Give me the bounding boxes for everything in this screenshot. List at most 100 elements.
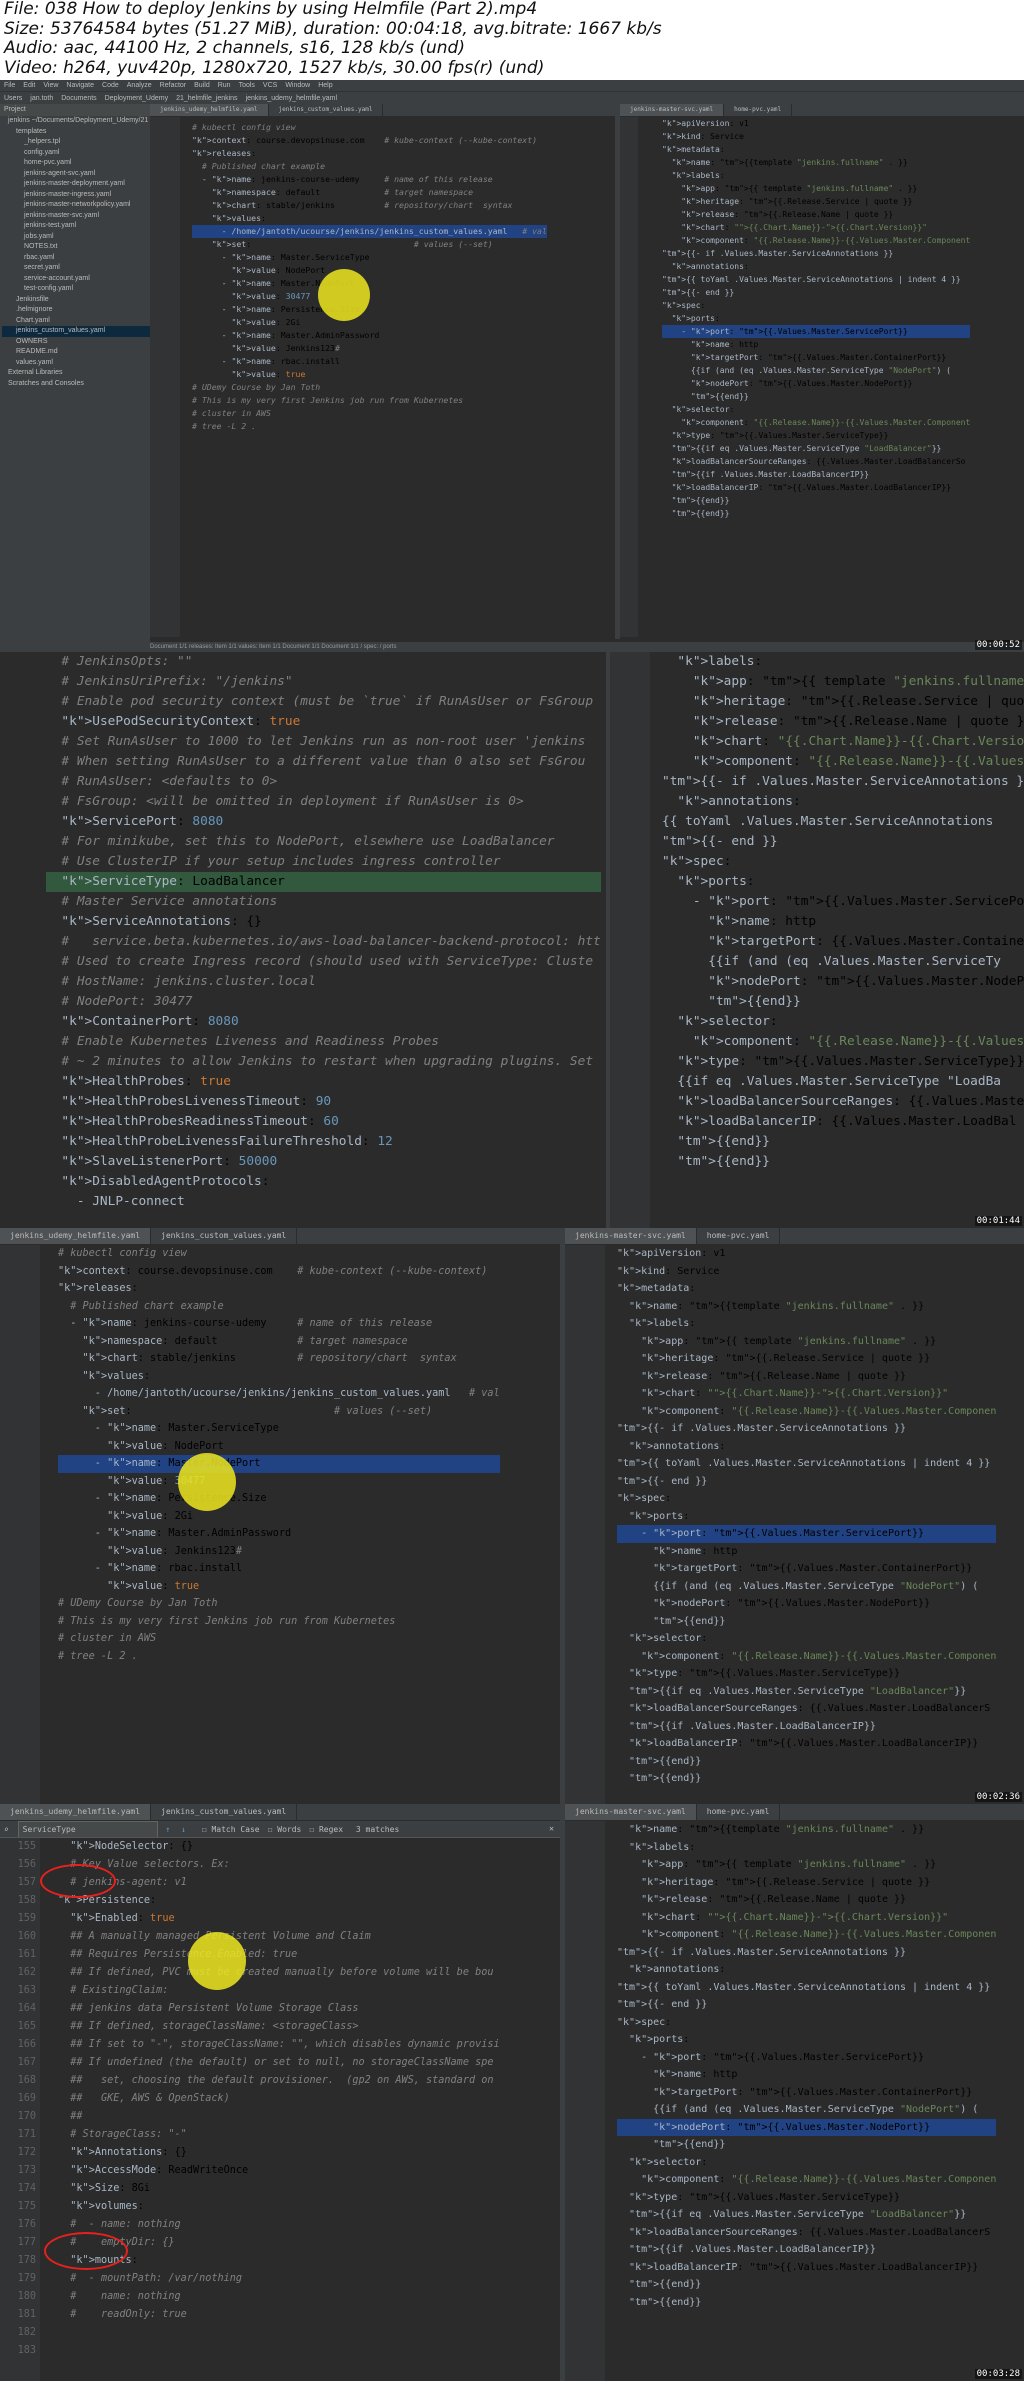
code-line[interactable]: "tm">{{end}} xyxy=(662,1132,1024,1152)
code-line[interactable]: "k">heritage: "tm">{{.Release.Service | … xyxy=(617,1350,996,1368)
code-line[interactable]: "k">nodePort: "tm">{{.Values.Master.Node… xyxy=(662,377,970,390)
code-line[interactable]: "tm">{{end}} xyxy=(617,1770,996,1788)
code-line[interactable]: "k">targetPort: "tm">{{.Values.Master.Co… xyxy=(662,351,970,364)
code-line[interactable]: "tm">{{- if .Values.Master.ServiceAnnota… xyxy=(617,1944,996,1962)
menu-item[interactable]: Help xyxy=(314,82,336,89)
right-editor[interactable]: "k">labels: "k">app: "tm">{{ template "j… xyxy=(610,652,1024,1228)
code-line[interactable]: - /home/jantoth/ucourse/jenkins/jenkins_… xyxy=(58,1385,500,1403)
code-line[interactable]: ## If undefined (the default) or set to … xyxy=(58,2054,500,2072)
code-line[interactable]: "k">releases: xyxy=(58,1280,500,1298)
code-line[interactable]: - "k">name: Persistence.Size xyxy=(192,303,547,316)
code-line[interactable]: # Set RunAsUser to 1000 to let Jenkins r… xyxy=(46,732,601,752)
code-line[interactable]: "k">Enabled: true xyxy=(58,1910,500,1928)
code-line[interactable]: # NodePort: 30477 xyxy=(46,992,601,1012)
code-line[interactable]: # JenkinsOpts: "" xyxy=(46,652,601,672)
menu-item[interactable]: VCS xyxy=(259,82,281,89)
code-line[interactable]: # Master Service annotations xyxy=(46,892,601,912)
code-line[interactable]: "k">targetPort: {{.Values.Master.Contain… xyxy=(662,932,1024,952)
code-line[interactable]: "tm">{{if eq .Values.Master.ServiceType … xyxy=(617,2206,996,2224)
code-line[interactable]: "k">value: 2Gi xyxy=(192,316,547,329)
code-line[interactable]: # tree -L 2 . xyxy=(192,420,547,433)
left-editor[interactable]: # kubectl config view "k">context: course… xyxy=(150,117,615,637)
code-line[interactable]: "k">metadata: xyxy=(617,1280,996,1298)
code-line[interactable]: {{if (and (eq .Values.Master.ServiceTy xyxy=(662,952,1024,972)
code-line[interactable]: "tm">{{ toYaml .Values.Master.ServiceAnn… xyxy=(617,1979,996,1997)
code-line[interactable]: - "k">name: Master.AdminPassword xyxy=(192,329,547,342)
project-tree-item[interactable]: NOTES.txt xyxy=(2,242,150,253)
code-line[interactable]: {{if (and (eq .Values.Master.ServiceType… xyxy=(662,364,970,377)
code-line[interactable]: "k">type: "tm">{{.Values.Master.ServiceT… xyxy=(662,1052,1024,1072)
menu-item[interactable]: Refactor xyxy=(156,82,190,89)
code-line[interactable]: ## GKE, AWS & OpenStack) xyxy=(58,2090,500,2108)
code-line[interactable]: "k">ServicePort: 8080 xyxy=(46,812,601,832)
close-icon[interactable]: ✕ xyxy=(549,1821,560,1837)
code-line[interactable]: # For minikube, set this to NodePort, el… xyxy=(46,832,601,852)
code-line[interactable]: "k">value: NodePort xyxy=(192,264,547,277)
code-line[interactable]: "k">component: "{{.Release.Name}}-{{.Val… xyxy=(617,1403,996,1421)
code-line[interactable]: "k">ports: xyxy=(662,312,970,325)
left-editor[interactable]: # kubectl config view "k">context: course… xyxy=(0,1245,560,1804)
code-line[interactable]: "k">chart: stable/jenkins # repository/c… xyxy=(58,1350,500,1368)
code-line[interactable]: "tm">{{end}} xyxy=(662,992,1024,1012)
code-line[interactable]: "k">component: "{{.Release.Name}}-{{.Val… xyxy=(662,752,1024,772)
code-line[interactable]: # Published chart example xyxy=(192,160,547,173)
project-tree-item[interactable]: service-account.yaml xyxy=(2,274,150,285)
code-line[interactable]: "k">set: # values (--set) xyxy=(58,1403,500,1421)
code-line[interactable]: "k">annotations: xyxy=(617,1438,996,1456)
editor-tab[interactable]: jenkins-master-svc.yaml xyxy=(620,104,725,116)
editor-tab[interactable]: home-pvc.yaml xyxy=(724,104,793,116)
code-line[interactable]: "k">DisabledAgentProtocols: xyxy=(46,1172,601,1192)
code-line[interactable]: # When setting RunAsUser to a different … xyxy=(46,752,601,772)
code-line[interactable]: - "k">name: Master.ServiceType xyxy=(192,251,547,264)
code-line[interactable]: "tm">{{- if .Values.Master.ServiceAnnota… xyxy=(662,772,1024,792)
code-line[interactable]: {{if (and (eq .Values.Master.ServiceType… xyxy=(617,2101,996,2119)
code-line[interactable]: # Use ClusterIP if your setup includes i… xyxy=(46,852,601,872)
search-option-checkbox[interactable]: ☐ Match Case xyxy=(194,1825,260,1834)
code-line[interactable]: # StorageClass: "-" xyxy=(58,2126,500,2144)
project-tree-item[interactable]: Scratches and Consoles xyxy=(2,379,150,390)
code-line[interactable]: "k">spec: xyxy=(662,852,1024,872)
code-line[interactable]: "k">spec: xyxy=(662,299,970,312)
left-editor[interactable]: 155 156 157 158 159 160 161 162 163 164 165 166 167 1… xyxy=(0,1838,560,2381)
editor-tab[interactable]: jenkins_custom_values.yaml xyxy=(151,1228,298,1244)
code-line[interactable]: # HostName: jenkins.cluster.local xyxy=(46,972,601,992)
code-line[interactable]: "k">NodeSelector: {} xyxy=(58,1838,500,1856)
code-line[interactable]: - "k">name: Persistence.Size xyxy=(58,1490,500,1508)
code-line[interactable]: "k">ports: xyxy=(617,1508,996,1526)
code-line[interactable]: "k">value: true xyxy=(58,1578,500,1596)
code-line[interactable]: "tm">{{- end }} xyxy=(617,1996,996,2014)
code-line[interactable]: "k">app: "tm">{{ template "jenkins.fulln… xyxy=(662,182,970,195)
code-line[interactable]: "k">labels: xyxy=(662,652,1024,672)
code-line[interactable]: "k">value: true xyxy=(192,368,547,381)
breadcrumb-item[interactable]: 21_helmfile_jenkins xyxy=(172,95,241,102)
project-tree-item[interactable]: test-config.yaml xyxy=(2,284,150,295)
project-tree-item[interactable]: rbac.yaml xyxy=(2,253,150,264)
code-line[interactable]: - "k">port: "tm">{{.Values.Master.Servic… xyxy=(662,892,1024,912)
code-line[interactable]: # kubectl config view xyxy=(192,121,547,134)
project-tree-item[interactable]: External Libraries xyxy=(2,368,150,379)
project-tree-item[interactable]: README.md xyxy=(2,347,150,358)
code-line[interactable]: "tm">{{- if .Values.Master.ServiceAnnota… xyxy=(617,1420,996,1438)
code-line[interactable]: "k">loadBalancerSourceRanges: {{.Values.… xyxy=(617,2224,996,2242)
code-line[interactable]: "k">heritage: "tm">{{.Release.Service | … xyxy=(662,692,1024,712)
editor-tab[interactable]: home-pvc.yaml xyxy=(697,1228,781,1244)
project-tree-item[interactable]: jenkins-master-svc.yaml xyxy=(2,211,150,222)
code-line[interactable]: "k">chart: "">{{.Chart.Name}}-">{{.Chart… xyxy=(617,1385,996,1403)
code-line[interactable]: # service.beta.kubernetes.io/aws-load-ba… xyxy=(46,932,600,952)
project-tree-item[interactable]: jenkins_custom_values.yaml xyxy=(2,326,150,337)
breadcrumb-item[interactable]: Users xyxy=(0,95,26,102)
code-line[interactable]: "k">name: "tm">{{template "jenkins.fulln… xyxy=(617,1821,996,1839)
code-line[interactable]: - "k">name: jenkins-course-udemy # name … xyxy=(58,1315,500,1333)
code-line[interactable]: "k">value: 2Gi xyxy=(58,1508,500,1526)
code-line[interactable]: # readOnly: true xyxy=(58,2306,500,2324)
code-line[interactable]: "k">ServiceAnnotations: {} xyxy=(46,912,601,932)
menu-item[interactable]: Window xyxy=(281,82,314,89)
code-line[interactable]: "k">value: NodePort xyxy=(58,1438,500,1456)
code-line[interactable]: "k">chart: "">{{.Chart.Name}}-">{{.Chart… xyxy=(617,1909,996,1927)
code-line[interactable]: "k">context: course.devopsinuse.com # ku… xyxy=(192,134,547,147)
project-tree-item[interactable]: jenkins-test.yaml xyxy=(2,221,150,232)
code-line[interactable]: "k">name: "tm">{{template "jenkins.fulln… xyxy=(662,156,970,169)
breadcrumb-item[interactable]: jan.toth xyxy=(26,95,57,102)
code-line[interactable]: ## Requires Persistence.Enabled: true xyxy=(58,1946,500,1964)
code-line[interactable]: # cluster in AWS xyxy=(192,407,547,420)
